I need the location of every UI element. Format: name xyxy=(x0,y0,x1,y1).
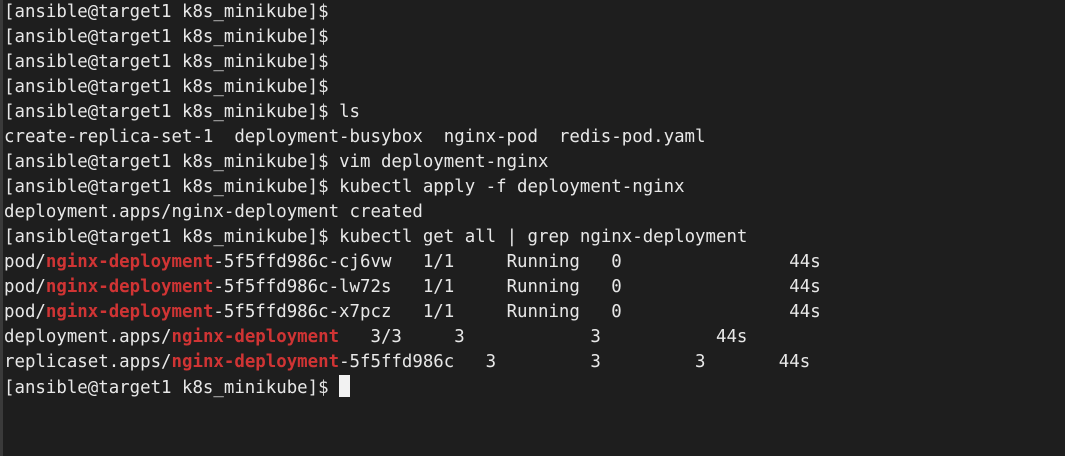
shell-prompt: [ansible@target1 k8s_minikube]$ xyxy=(4,227,329,247)
output-text: deployment.apps/nginx-deployment created xyxy=(4,202,423,222)
command-text: vim deployment-nginx xyxy=(339,152,549,172)
prompt-line: [ansible@target1 k8s_minikube]$ xyxy=(4,375,1065,400)
shell-prompt: [ansible@target1 k8s_minikube]$ xyxy=(4,177,329,197)
shell-prompt: [ansible@target1 k8s_minikube]$ xyxy=(4,102,329,122)
resource-prefix: pod/ xyxy=(4,252,46,272)
output-text: create-replica-set-1 deployment-busybox … xyxy=(4,127,706,147)
grep-match-highlight: nginx-deployment xyxy=(45,302,214,322)
output-line: create-replica-set-1 deployment-busybox … xyxy=(4,125,1065,150)
shell-prompt: [ansible@target1 k8s_minikube]$ xyxy=(4,378,329,398)
grep-match-highlight: nginx-deployment xyxy=(45,277,214,297)
resource-prefix: pod/ xyxy=(4,277,46,297)
window-border xyxy=(0,0,3,456)
output-line: replicaset.apps/nginx-deployment-5f5ffd9… xyxy=(4,350,1065,375)
text-cursor[interactable] xyxy=(339,375,351,397)
terminal-output: [ansible@target1 k8s_minikube]$ [ansible… xyxy=(4,0,1065,400)
output-line: deployment.apps/nginx-deployment created xyxy=(4,200,1065,225)
resource-prefix: pod/ xyxy=(4,302,46,322)
prompt-line: [ansible@target1 k8s_minikube]$ xyxy=(4,50,1065,75)
grep-match-highlight: nginx-deployment xyxy=(171,352,340,372)
resource-details: 3/3 3 3 44s xyxy=(339,327,748,347)
output-line: deployment.apps/nginx-deployment 3/3 3 3… xyxy=(4,325,1065,350)
resource-details: -5f5ffd986c-x7pcz 1/1 Running 0 44s xyxy=(213,302,821,322)
shell-prompt: [ansible@target1 k8s_minikube]$ xyxy=(4,2,329,22)
output-line: pod/nginx-deployment-5f5ffd986c-x7pcz 1/… xyxy=(4,300,1065,325)
resource-details: -5f5ffd986c 3 3 3 44s xyxy=(339,352,811,372)
command-text: kubectl apply -f deployment-nginx xyxy=(339,177,685,197)
resource-details: -5f5ffd986c-cj6vw 1/1 Running 0 44s xyxy=(213,252,821,272)
resource-prefix: replicaset.apps/ xyxy=(4,352,172,372)
shell-prompt: [ansible@target1 k8s_minikube]$ xyxy=(4,152,329,172)
prompt-line: [ansible@target1 k8s_minikube]$ xyxy=(4,25,1065,50)
grep-match-highlight: nginx-deployment xyxy=(45,252,214,272)
command-text: kubectl get all | grep nginx-deployment xyxy=(339,227,748,247)
shell-prompt: [ansible@target1 k8s_minikube]$ xyxy=(4,27,329,47)
grep-match-highlight: nginx-deployment xyxy=(171,327,340,347)
prompt-line: [ansible@target1 k8s_minikube]$ xyxy=(4,75,1065,100)
prompt-line: [ansible@target1 k8s_minikube]$ kubectl … xyxy=(4,225,1065,250)
prompt-line: [ansible@target1 k8s_minikube]$ xyxy=(4,0,1065,25)
output-line: pod/nginx-deployment-5f5ffd986c-cj6vw 1/… xyxy=(4,250,1065,275)
command-text: ls xyxy=(339,102,361,122)
prompt-line: [ansible@target1 k8s_minikube]$ ls xyxy=(4,100,1065,125)
prompt-line: [ansible@target1 k8s_minikube]$ kubectl … xyxy=(4,175,1065,200)
resource-details: -5f5ffd986c-lw72s 1/1 Running 0 44s xyxy=(213,277,821,297)
terminal-window[interactable]: [ansible@target1 k8s_minikube]$ [ansible… xyxy=(0,0,1065,456)
resource-prefix: deployment.apps/ xyxy=(4,327,172,347)
output-line: pod/nginx-deployment-5f5ffd986c-lw72s 1/… xyxy=(4,275,1065,300)
prompt-line: [ansible@target1 k8s_minikube]$ vim depl… xyxy=(4,150,1065,175)
shell-prompt: [ansible@target1 k8s_minikube]$ xyxy=(4,52,329,72)
shell-prompt: [ansible@target1 k8s_minikube]$ xyxy=(4,77,329,97)
